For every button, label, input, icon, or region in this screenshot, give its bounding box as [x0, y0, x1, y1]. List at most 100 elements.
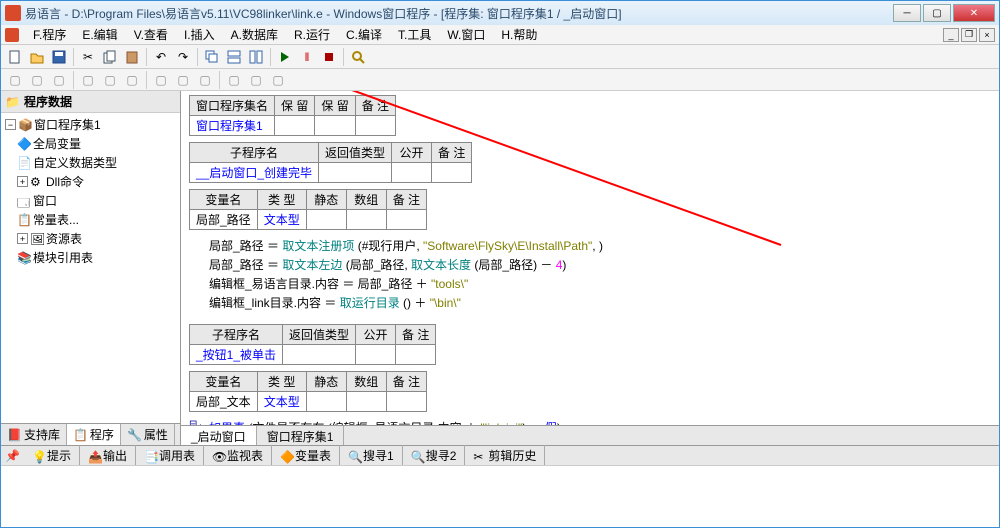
resource-icon: 🖼: [30, 232, 44, 246]
editor-tabs: _启动窗口 窗口程序集1: [181, 425, 999, 445]
code-editor[interactable]: 窗口程序集名保 留保 留备 注 窗口程序集1 子程序名返回值类型公开备 注 __…: [181, 91, 999, 425]
bottom-tab-output[interactable]: 📤输出: [80, 445, 136, 466]
eye-icon: 👁: [212, 450, 224, 462]
bottom-tab-hint[interactable]: 💡提示: [24, 445, 80, 466]
copy-button[interactable]: [100, 47, 120, 67]
tree-toggle[interactable]: −: [5, 119, 16, 130]
menu-edit[interactable]: E.编辑: [74, 24, 125, 45]
sidebar-header: 📁 程序数据: [1, 91, 180, 113]
code-line[interactable]: 局部_路径 ＝ 取文本注册项 (#现行用户, "Software\FlySky\…: [189, 236, 991, 255]
menubar: F.程序 E.编辑 V.查看 I.插入 A.数据库 R.运行 C.编译 T.工具…: [1, 25, 999, 45]
sidebar-tab-property[interactable]: 🔧属性: [121, 424, 175, 445]
output-panel[interactable]: [1, 465, 999, 527]
code-line[interactable]: 编辑框_link目录.内容 ＝ 取运行目录 () ＋ "\bin\": [189, 293, 991, 312]
app-icon-small: [5, 28, 19, 42]
tree-node-assembly[interactable]: −📦窗口程序集1: [3, 115, 178, 134]
toolbar-separator: [197, 48, 198, 66]
close-button[interactable]: ✕: [953, 4, 995, 22]
tree-node-globalvar[interactable]: 🔷全局变量: [3, 134, 178, 153]
bottom-tab-vartable[interactable]: 🔶变量表: [272, 445, 340, 466]
bottom-tab-search1[interactable]: 🔍搜寻1: [340, 445, 403, 466]
new-button[interactable]: [5, 47, 25, 67]
code-line[interactable]: 编辑框_易语言目录.内容 ＝ 局部_路径 ＋ "tools\": [189, 274, 991, 293]
folder-icon: 📁: [5, 95, 20, 109]
menu-compile[interactable]: C.编译: [338, 24, 390, 45]
menu-insert[interactable]: I.插入: [176, 24, 223, 45]
menu-database[interactable]: A.数据库: [223, 24, 286, 45]
main-area: 📁 程序数据 −📦窗口程序集1 🔷全局变量 📄自定义数据类型 +⚙Dll命令 🗔…: [1, 91, 999, 445]
tb2-btn: ▢: [122, 70, 142, 90]
tree-node-resource[interactable]: +🖼资源表: [3, 229, 178, 248]
bottom-tab-watch[interactable]: 👁监视表: [204, 445, 272, 466]
maximize-button[interactable]: ▢: [923, 4, 951, 22]
tb2-btn: ▢: [195, 70, 215, 90]
tb2-btn: ▢: [78, 70, 98, 90]
mdi-close[interactable]: ×: [979, 28, 995, 42]
editor-tab-assembly[interactable]: 窗口程序集1: [257, 426, 345, 445]
bottom-tabs: 📌 💡提示 📤输出 📑调用表 👁监视表 🔶变量表 🔍搜寻1 🔍搜寻2 ✂剪辑历史: [1, 445, 999, 465]
module-icon: 📚: [17, 251, 31, 265]
cascade-button[interactable]: [202, 47, 222, 67]
bottom-tab-calltable[interactable]: 📑调用表: [136, 445, 204, 466]
code-line[interactable]: 局部_路径 ＝ 取文本左边 (局部_路径, 取文本长度 (局部_路径) － 4): [189, 255, 991, 274]
toolbar-separator: [146, 71, 147, 89]
menu-run[interactable]: R.运行: [286, 24, 338, 45]
search-icon: 🔍: [348, 450, 360, 462]
bottom-tab-clipboard[interactable]: ✂剪辑历史: [465, 445, 545, 466]
sidebar-tab-library[interactable]: 📕支持库: [1, 424, 67, 445]
sub1-table[interactable]: 子程序名返回值类型公开备 注 __启动窗口_创建完毕: [189, 142, 472, 183]
tb2-btn: ▢: [268, 70, 288, 90]
paste-button[interactable]: [122, 47, 142, 67]
editor: 窗口程序集名保 留保 留备 注 窗口程序集1 子程序名返回值类型公开备 注 __…: [181, 91, 999, 445]
editor-tab-window[interactable]: _启动窗口: [181, 426, 257, 445]
tree-node-customtype[interactable]: 📄自定义数据类型: [3, 153, 178, 172]
minimize-button[interactable]: ─: [893, 4, 921, 22]
pause-button[interactable]: ‖: [297, 47, 317, 67]
menu-window[interactable]: W.窗口: [439, 24, 493, 45]
menu-help[interactable]: H.帮助: [493, 24, 545, 45]
tree-node-window[interactable]: 🗔窗口: [3, 191, 178, 210]
toolbar-separator: [146, 48, 147, 66]
tree-toggle[interactable]: +: [17, 233, 28, 244]
window-icon: 🗔: [17, 194, 31, 208]
cut-button[interactable]: ✂: [78, 47, 98, 67]
tile-v-button[interactable]: [246, 47, 266, 67]
property-icon: 🔧: [127, 428, 142, 442]
bulb-icon: 💡: [32, 450, 44, 462]
menu-view[interactable]: V.查看: [126, 24, 176, 45]
tb2-btn: ▢: [27, 70, 47, 90]
code-line[interactable]: 如果真 (文件是否存在 (编辑框_易语言目录.内容 ＋ "link.ini") …: [189, 418, 991, 425]
sub2-table[interactable]: 子程序名返回值类型公开备 注 _按钮1_被单击: [189, 324, 436, 365]
assembly-table[interactable]: 窗口程序集名保 留保 留备 注 窗口程序集1: [189, 95, 396, 136]
tree-node-module[interactable]: 📚模块引用表: [3, 248, 178, 267]
tree-node-dll[interactable]: +⚙Dll命令: [3, 172, 178, 191]
var2-table[interactable]: 变量名类 型静态数组备 注 局部_文本文本型: [189, 371, 427, 412]
type-icon: 📄: [17, 156, 31, 170]
secondary-toolbar: ▢ ▢ ▢ ▢ ▢ ▢ ▢ ▢ ▢ ▢ ▢ ▢: [1, 69, 999, 91]
var1-table[interactable]: 变量名类 型静态数组备 注 局部_路径文本型: [189, 189, 427, 230]
run-button[interactable]: [275, 47, 295, 67]
app-icon: [5, 5, 21, 21]
pin-icon[interactable]: 📌: [1, 449, 24, 463]
menu-program[interactable]: F.程序: [25, 24, 74, 45]
mdi-restore[interactable]: ❐: [961, 28, 977, 42]
project-tree[interactable]: −📦窗口程序集1 🔷全局变量 📄自定义数据类型 +⚙Dll命令 🗔窗口 📋常量表…: [1, 113, 180, 423]
mdi-minimize[interactable]: _: [943, 28, 959, 42]
scissors-icon: ✂: [473, 450, 485, 462]
redo-button[interactable]: ↷: [173, 47, 193, 67]
stop-button[interactable]: [319, 47, 339, 67]
fold-icon[interactable]: ⊟←: [189, 419, 207, 425]
tile-h-button[interactable]: [224, 47, 244, 67]
open-button[interactable]: [27, 47, 47, 67]
tree-node-const[interactable]: 📋常量表...: [3, 210, 178, 229]
save-button[interactable]: [49, 47, 69, 67]
undo-button[interactable]: ↶: [151, 47, 171, 67]
var-icon: 🔷: [17, 137, 31, 151]
tree-toggle[interactable]: +: [17, 176, 28, 187]
menu-tools[interactable]: T.工具: [390, 24, 439, 45]
bottom-tab-search2[interactable]: 🔍搜寻2: [403, 445, 466, 466]
find-button[interactable]: [348, 47, 368, 67]
sidebar-tab-program[interactable]: 📋程序: [67, 424, 121, 445]
tb2-btn: ▢: [100, 70, 120, 90]
const-icon: 📋: [17, 213, 31, 227]
